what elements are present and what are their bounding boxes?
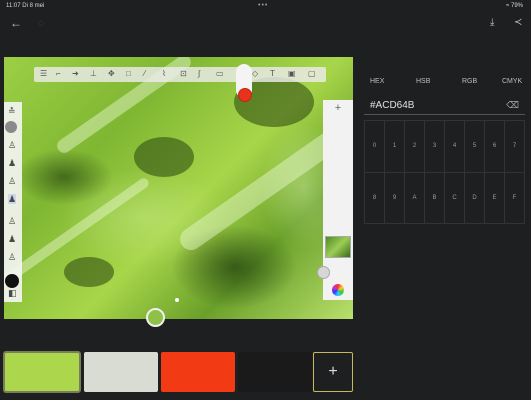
brush-fine-icon[interactable]: ♟ — [8, 234, 16, 244]
swatch-3[interactable] — [238, 352, 312, 392]
hex-key[interactable]: F — [505, 172, 525, 224]
backspace-icon[interactable]: ⌫ — [506, 100, 519, 111]
multitask-dots[interactable]: ••• — [258, 2, 268, 9]
brush-marker-icon[interactable]: ♟ — [8, 158, 16, 168]
shape-icon[interactable]: ◇ — [252, 69, 258, 79]
add-swatch-button[interactable]: + — [313, 352, 353, 392]
hex-key[interactable]: 4 — [445, 121, 465, 173]
history-icon[interactable]: ◌ — [38, 18, 44, 30]
layer-thumbnail[interactable] — [325, 236, 351, 258]
hex-key[interactable]: 0 — [365, 121, 385, 173]
layers-panel: + — [317, 100, 353, 300]
hex-key[interactable]: 7 — [505, 121, 525, 173]
eraser-icon[interactable]: ◧ — [8, 288, 17, 298]
color-swatches: + — [3, 351, 353, 393]
add-layer-button[interactable]: + — [323, 102, 353, 114]
secondary-color-dot[interactable] — [5, 274, 19, 288]
hex-key[interactable]: E — [485, 172, 505, 224]
hex-input[interactable]: #ACD64B ⌫ — [364, 96, 525, 115]
tab-hsb[interactable]: HSB — [416, 78, 430, 85]
hex-key[interactable]: 1 — [385, 121, 405, 173]
layers-icon[interactable]: ☰ — [40, 69, 47, 79]
hex-key[interactable]: A — [405, 172, 425, 224]
brush-active-icon[interactable]: ♟ — [8, 194, 17, 204]
hex-key[interactable]: C — [445, 172, 465, 224]
hex-key[interactable]: 9 — [385, 172, 405, 224]
hex-key[interactable]: D — [465, 172, 485, 224]
hex-key[interactable]: 6 — [485, 121, 505, 173]
brush-soft-icon[interactable]: ♙ — [8, 252, 16, 262]
zoom-knob[interactable] — [146, 308, 165, 327]
download-icon[interactable]: ⤓ — [490, 17, 494, 29]
swatch-1[interactable] — [84, 352, 158, 392]
hex-key[interactable]: 8 — [365, 172, 385, 224]
hex-key[interactable]: B — [425, 172, 445, 224]
move-icon[interactable]: ✥ — [108, 69, 115, 79]
arrow-left-icon[interactable]: ← — [10, 17, 22, 29]
frame-icon[interactable]: ▢ — [308, 69, 316, 79]
pen-icon[interactable]: ∫ — [198, 69, 200, 79]
drawing-canvas[interactable] — [4, 57, 353, 319]
swatch-0[interactable] — [3, 351, 81, 393]
top-bar: ← ◌ ⤓ ≺ — [0, 12, 531, 34]
hex-key[interactable]: 3 — [425, 121, 445, 173]
current-color-dot[interactable] — [238, 88, 252, 102]
status-bar: 11:07 Di 8 mei ••• ≈ 79% — [0, 0, 531, 12]
select-icon[interactable]: ⊥ — [90, 69, 97, 79]
brush-ink-icon[interactable]: ♙ — [8, 176, 16, 186]
status-time: 11:07 Di 8 mei — [6, 3, 45, 9]
smudge-icon[interactable]: ➜ — [72, 69, 79, 79]
transform-icon[interactable]: ⌇ — [162, 69, 166, 79]
color-wheel-icon[interactable] — [332, 284, 344, 296]
crop-icon[interactable]: □ — [126, 69, 131, 79]
tab-rgb[interactable]: RGB — [462, 78, 477, 85]
hex-value: #ACD64B — [370, 100, 415, 111]
fill-icon[interactable]: ⊡ — [180, 69, 187, 79]
text-icon[interactable]: T — [270, 69, 275, 79]
image-icon[interactable]: ▣ — [288, 69, 296, 79]
brush-icon[interactable]: ⌐ — [56, 69, 61, 79]
hex-key[interactable]: 5 — [465, 121, 485, 173]
brush-pen-icon[interactable]: ♙ — [8, 216, 16, 226]
share-icon[interactable]: ≺ — [514, 17, 522, 29]
ruler-icon[interactable]: ▭ — [216, 69, 224, 79]
cursor-dot — [175, 298, 179, 302]
layer-opacity-knob[interactable] — [317, 266, 330, 279]
tab-hex[interactable]: HEX — [370, 78, 384, 85]
brush-size-knob[interactable] — [5, 121, 17, 133]
undo-icon[interactable]: ≛ — [8, 106, 16, 116]
battery-indicator: ≈ 79% — [506, 3, 523, 9]
swatch-2[interactable] — [161, 352, 235, 392]
tab-cmyk[interactable]: CMYK — [502, 78, 522, 85]
brush-pencil-icon[interactable]: ♙ — [8, 140, 16, 150]
hex-key[interactable]: 2 — [405, 121, 425, 173]
tools-toolbar: ☰ ⌐ ➜ ⊥ ✥ □ ⁄ ⌇ ⊡ ∫ ▭ ◇ T ▣ ▢ — [34, 67, 326, 82]
hex-keypad: 01234567 89ABCDEF — [364, 120, 525, 224]
eyedropper-icon[interactable]: ⁄ — [144, 69, 145, 79]
